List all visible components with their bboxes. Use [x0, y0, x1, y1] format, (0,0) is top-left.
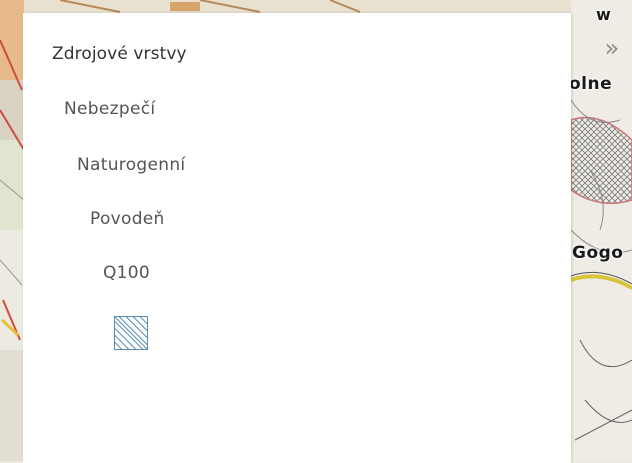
panel-title: Zdrojové vrstvy	[52, 44, 187, 64]
map-label: Gogo	[572, 243, 624, 263]
collapse-panel-button[interactable]: »	[598, 34, 626, 62]
legend-class-label: Q100	[103, 263, 151, 283]
map-label: olne	[569, 74, 613, 94]
legend-panel: Zdrojové vrstvy Nebezpečí Naturogenní Po…	[23, 13, 571, 463]
legend-group-label: Naturogenní	[77, 155, 186, 175]
legend-group-label: Povodeň	[90, 209, 165, 229]
legend-group-label: Nebezpečí	[64, 99, 156, 119]
map-label: w	[596, 5, 612, 24]
hatched-legend-swatch-icon	[114, 316, 148, 350]
